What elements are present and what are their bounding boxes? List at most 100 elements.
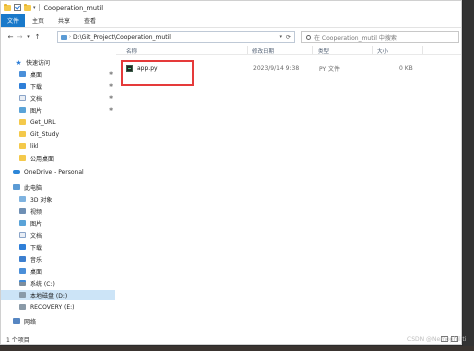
forward-icon[interactable]: → <box>15 33 24 41</box>
download-icon <box>19 83 26 89</box>
nav-item-desktop[interactable]: 桌面 ✱ <box>1 69 115 79</box>
folder-icon <box>19 119 26 125</box>
column-name[interactable]: 名称 <box>126 47 137 55</box>
nav-quick-access[interactable]: ★ 快速访问 <box>1 57 115 67</box>
star-icon: ★ <box>15 59 22 67</box>
nav-item-pictures[interactable]: 图片 ✱ <box>1 105 115 115</box>
nav-onedrive[interactable]: OneDrive - Personal <box>1 167 115 177</box>
folder-icon <box>4 3 11 11</box>
folder-icon <box>19 131 26 137</box>
chevron-down-icon[interactable]: ▾ <box>33 5 36 11</box>
system-drive-icon <box>19 280 26 286</box>
nav-label: 图片 <box>30 107 43 115</box>
nav-item-public-desktop[interactable]: 公用桌面 <box>1 153 115 163</box>
column-divider[interactable] <box>247 46 248 54</box>
nav-label: Git_Study <box>30 130 59 138</box>
address-dropdown-icon[interactable]: ▾ <box>279 34 282 40</box>
nav-item-drive-c[interactable]: 系统 (C:) <box>1 278 115 288</box>
nav-item-likl[interactable]: likl <box>1 141 115 151</box>
up-icon[interactable]: ↑ <box>33 33 42 41</box>
file-modified: 2023/9/14 9:38 <box>253 64 300 72</box>
nav-label: 音乐 <box>30 256 43 264</box>
address-path: D:\Git_Project\Cooperation_mutil <box>73 33 171 41</box>
address-bar[interactable]: › D:\Git_Project\Cooperation_mutil ▾ ⟳ <box>57 31 295 43</box>
nav-item-pc-documents[interactable]: 文档 <box>1 230 115 240</box>
tab-home[interactable]: 主页 <box>25 14 51 27</box>
nav-label: 公用桌面 <box>30 155 55 163</box>
nav-item-documents[interactable]: 文档 ✱ <box>1 93 115 103</box>
video-icon <box>19 208 26 214</box>
title-bar: ▾ Cooperation_mutil <box>1 1 461 14</box>
refresh-icon[interactable]: ⟳ <box>286 34 291 41</box>
nav-network[interactable]: 网络 <box>1 316 115 326</box>
nav-label: 网络 <box>24 318 37 326</box>
file-size: 0 KB <box>399 64 413 72</box>
column-type[interactable]: 类型 <box>318 47 329 55</box>
nav-label: 下载 <box>30 83 43 91</box>
properties-icon[interactable] <box>14 4 21 11</box>
cloud-icon <box>13 170 20 174</box>
nav-item-get-url[interactable]: Get_URL <box>1 117 115 127</box>
3d-objects-icon <box>19 196 26 202</box>
column-divider[interactable] <box>372 46 373 54</box>
picture-icon <box>19 107 26 113</box>
window-title: Cooperation_mutil <box>43 3 104 12</box>
nav-item-pc-downloads[interactable]: 下载 <box>1 242 115 252</box>
nav-label: likl <box>30 142 39 150</box>
navigation-pane: ★ 快速访问 桌面 ✱ 下载 ✱ 文档 ✱ 图片 ✱ Get_URL Git_S… <box>1 49 115 332</box>
new-folder-icon[interactable] <box>24 3 31 11</box>
watermark: CSDN @Nemophiliti <box>407 336 467 343</box>
nav-item-drive-e[interactable]: RECOVERY (E:) <box>1 302 115 312</box>
tab-file[interactable]: 文件 <box>1 14 26 27</box>
folder-icon <box>19 143 26 149</box>
nav-this-pc[interactable]: 此电脑 <box>1 182 115 192</box>
chevron-right-icon[interactable]: › <box>69 34 71 40</box>
nav-label: 文档 <box>30 95 43 103</box>
status-bar: 1 个项目 <box>1 332 461 344</box>
nav-label: 快速访问 <box>26 59 51 67</box>
music-icon <box>19 256 26 262</box>
computer-icon <box>13 184 20 190</box>
folder-icon <box>19 155 26 161</box>
highlight-box <box>121 60 194 86</box>
nav-item-music[interactable]: 音乐 <box>1 254 115 264</box>
desktop-background <box>463 0 474 351</box>
computer-icon <box>61 34 67 40</box>
back-icon[interactable]: ← <box>6 33 15 41</box>
column-divider[interactable] <box>422 46 423 54</box>
tab-share[interactable]: 共享 <box>51 14 77 27</box>
pin-icon[interactable]: ✱ <box>109 107 113 113</box>
file-list: 名称 修改日期 类型 大小 app.py 2023/9/14 9:38 PY 文… <box>116 45 461 330</box>
address-row: ← → ▾ ↑ › D:\Git_Project\Cooperation_mut… <box>1 29 461 45</box>
pin-icon[interactable]: ✱ <box>109 71 113 77</box>
nav-item-videos[interactable]: 视频 <box>1 206 115 216</box>
pin-icon[interactable]: ✱ <box>109 83 113 89</box>
nav-label: 本地磁盘 (D:) <box>30 292 68 300</box>
nav-item-pc-desktop[interactable]: 桌面 <box>1 266 115 276</box>
recent-locations-icon[interactable]: ▾ <box>24 34 33 40</box>
desktop-icon <box>19 268 26 274</box>
nav-item-git-study[interactable]: Git_Study <box>1 129 115 139</box>
nav-item-drive-d[interactable]: 本地磁盘 (D:) <box>1 290 115 300</box>
divider <box>38 4 40 11</box>
nav-label: OneDrive - Personal <box>24 168 84 176</box>
search-placeholder: 在 Cooperation_mutil 中搜索 <box>314 34 397 42</box>
nav-item-downloads[interactable]: 下载 ✱ <box>1 81 115 91</box>
column-divider[interactable] <box>312 46 313 54</box>
nav-label: 桌面 <box>30 268 43 276</box>
nav-item-pc-pictures[interactable]: 图片 <box>1 218 115 228</box>
item-count: 1 个项目 <box>6 336 30 344</box>
column-size[interactable]: 大小 <box>377 47 388 55</box>
network-icon <box>13 318 20 324</box>
document-icon <box>19 232 26 238</box>
column-modified[interactable]: 修改日期 <box>252 47 274 55</box>
desktop-background-bottom <box>0 346 474 351</box>
nav-item-3d-objects[interactable]: 3D 对象 <box>1 194 115 204</box>
search-input[interactable]: 在 Cooperation_mutil 中搜索 <box>301 31 459 43</box>
pin-icon[interactable]: ✱ <box>109 95 113 101</box>
tab-view[interactable]: 查看 <box>77 14 103 27</box>
nav-label: 视频 <box>30 208 43 216</box>
ribbon-tabs: 文件 主页 共享 查看 <box>1 14 461 28</box>
picture-icon <box>19 220 26 226</box>
nav-label: RECOVERY (E:) <box>30 303 75 311</box>
